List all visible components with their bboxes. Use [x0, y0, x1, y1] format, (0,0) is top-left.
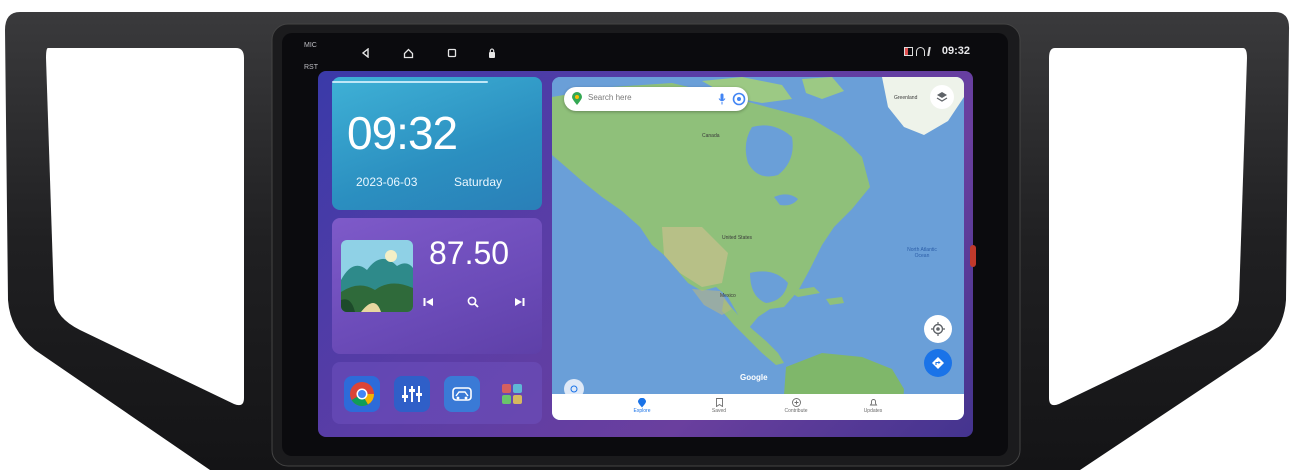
map-label-mexico: Mexico [720, 293, 736, 299]
layers-icon [936, 92, 948, 102]
search-input[interactable]: Search here [588, 93, 632, 102]
maps-widget[interactable]: Canada Greenland United States Mexico No… [552, 77, 964, 420]
clock-widget[interactable]: 09:32 2023-06-03 Saturday [332, 77, 542, 210]
radio-widget[interactable]: 87.50 [332, 218, 542, 354]
my-location-button[interactable] [924, 315, 952, 343]
directions-button[interactable] [924, 349, 952, 377]
compass-icon [570, 385, 578, 393]
map-label-usa: United States [722, 235, 753, 241]
mic-label: MIC [304, 42, 317, 49]
recents-button[interactable] [444, 45, 460, 61]
google-logo: Google [740, 373, 768, 382]
home-button[interactable] [400, 45, 416, 61]
tab-updates-label: Updates [863, 408, 883, 414]
tab-contribute[interactable]: Contribute [771, 397, 821, 414]
bookmark-icon [715, 398, 723, 407]
explore-pin-icon [638, 397, 646, 407]
app-dock [332, 362, 542, 424]
my-location-icon [931, 322, 945, 336]
chrome-icon [350, 382, 374, 407]
previous-icon [423, 298, 433, 306]
map-label-canada: Canada [702, 133, 720, 139]
radio-search-button[interactable] [464, 293, 482, 311]
radio-frequency: 87.50 [429, 235, 510, 271]
map-label-greenland: Greenland [894, 95, 918, 101]
radio-album-art [341, 240, 413, 312]
back-icon [361, 48, 369, 58]
apps-grid-icon [502, 384, 522, 404]
status-indicators: 09:32 [903, 45, 970, 57]
map-bottom-tabs: Explore Saved Contribute Updates [552, 394, 964, 420]
launcher-desktop: 09:32 2023-06-03 Saturday 87.50 Canada G… [318, 71, 973, 437]
bell-icon [869, 399, 877, 406]
rst-label: RST [304, 64, 318, 71]
hardware-labels: MIC RST [304, 39, 318, 83]
back-button[interactable] [358, 45, 374, 61]
lens-icon[interactable] [732, 92, 746, 106]
tab-contribute-label: Contribute [784, 408, 808, 414]
status-bar: MIC RST 09:32 [282, 33, 1008, 73]
tab-updates[interactable]: Updates [848, 397, 898, 414]
signal-icon [903, 46, 913, 56]
side-drawer-handle[interactable] [970, 245, 976, 267]
tab-explore-label: Explore [633, 408, 651, 414]
maps-pin-icon [572, 92, 582, 105]
chrome-app[interactable] [344, 376, 380, 412]
wifi-icon [915, 46, 925, 56]
head-unit-screen: MIC RST 09:32 09:32 2023-06-03 Saturday … [282, 33, 1008, 456]
clock-weekday: Saturday [454, 175, 503, 189]
equalizer-icon [402, 386, 422, 402]
search-icon [467, 296, 479, 308]
clock-date: 2023-06-03 [356, 175, 418, 189]
status-time: 09:32 [941, 45, 970, 57]
tab-saved[interactable]: Saved [694, 397, 744, 414]
clock-time: 09:32 [347, 107, 458, 159]
lock-icon [489, 48, 495, 58]
car-settings-icon [452, 387, 472, 401]
tab-explore[interactable]: Explore [617, 397, 667, 414]
recents-icon [447, 48, 457, 58]
layers-button[interactable] [930, 85, 954, 109]
map-search-bar[interactable]: Search here [564, 87, 748, 111]
tab-saved-label: Saved [711, 408, 727, 414]
car-settings-app[interactable] [444, 376, 480, 412]
radio-previous-button[interactable] [419, 293, 437, 311]
radio-next-button[interactable] [510, 293, 528, 311]
next-icon [514, 298, 524, 306]
lock-button[interactable] [484, 45, 500, 61]
directions-icon [932, 357, 944, 369]
clock-progress-bar [332, 81, 488, 83]
apps-grid-app[interactable] [494, 376, 530, 412]
map-label-atlantic: North Atlantic Ocean [907, 247, 937, 259]
add-circle-icon [791, 398, 801, 407]
equalizer-app[interactable] [394, 376, 430, 412]
home-icon [403, 48, 413, 58]
bluetooth-icon [927, 46, 940, 56]
mic-icon[interactable] [718, 93, 726, 105]
